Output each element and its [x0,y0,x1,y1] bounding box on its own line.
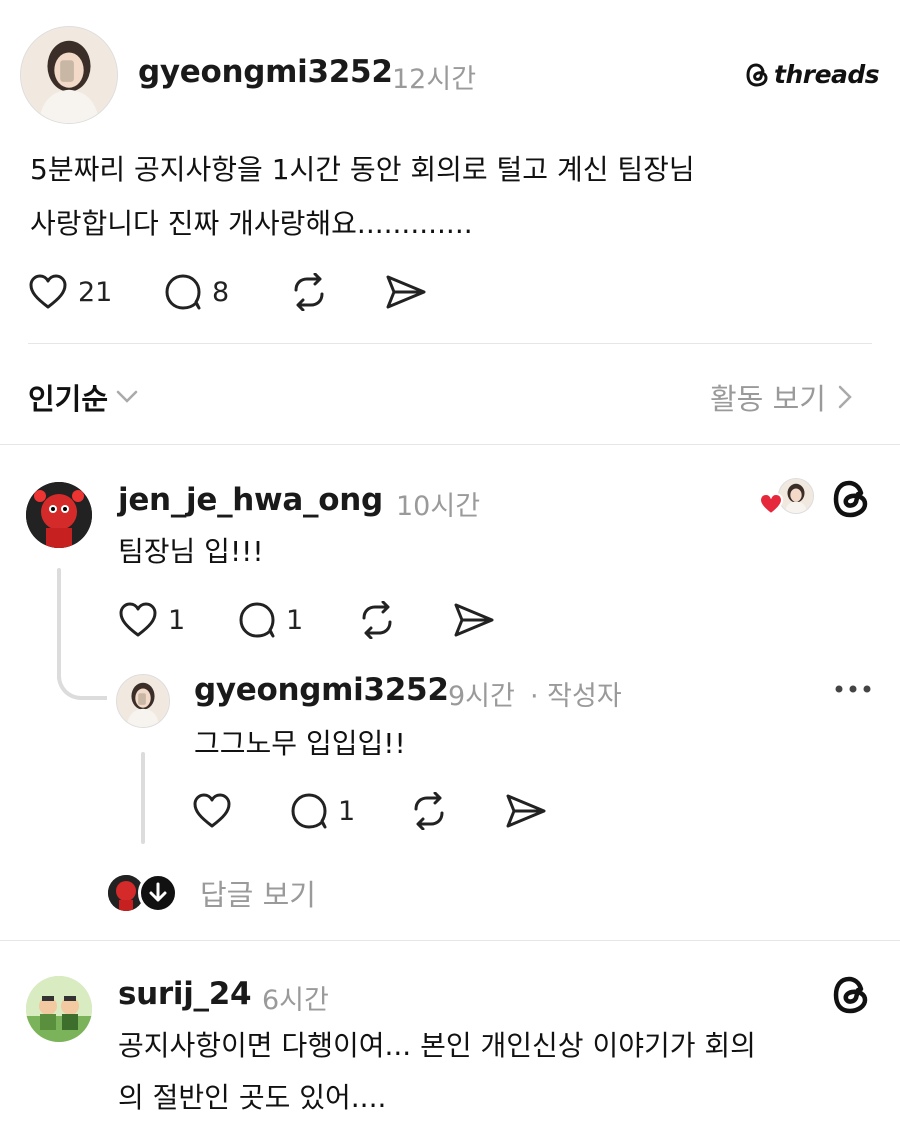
heart-icon [118,601,158,639]
reply1-sub-time: 9시간 [448,681,515,712]
author-tag: · 작성자 [530,681,622,712]
reply1-like-button[interactable]: 1 [118,601,185,639]
activity-label: 활동 보기 [710,382,826,416]
reply-divider [0,940,900,941]
reply2-avatar[interactable] [26,976,92,1042]
reply1-comment-button[interactable]: 1 [238,601,303,639]
reply1-sub-text: 그그노무 입입입!! [194,727,406,760]
post-divider [28,343,872,344]
sort-label: 인기순 [28,382,109,416]
sort-dropdown[interactable]: 인기순 [28,376,138,418]
repost-icon[interactable] [289,273,329,311]
section-divider [0,444,900,445]
comment-icon [238,601,278,639]
post-like-count: 21 [78,276,113,308]
threads-brand-icon [746,62,770,88]
post-comment-count: 8 [212,276,230,308]
reply1-sub-comment-button[interactable]: 1 [290,792,355,830]
reply2-threads-icon[interactable] [832,974,872,1016]
chevron-right-icon [838,385,852,409]
comment-icon [290,792,330,830]
reply1-text: 팀장님 입!!! [118,535,264,568]
threads-logo[interactable]: threads [746,60,880,89]
reply2-text-line2: 의 절반인 곳도 있어.... [118,1081,387,1114]
liked-by-author-indicator [758,478,818,518]
more-options-icon[interactable] [834,684,872,694]
reply1-username[interactable]: jen_je_hwa_ong [118,482,383,518]
comment-icon [164,273,204,311]
post-avatar[interactable] [20,26,118,124]
replier-avatars [108,873,178,913]
reply2-text-line1: 공지사항이면 다행이여... 본인 개인신상 이야기가 회의 [118,1029,756,1062]
reply1-sub-avatar[interactable] [116,674,170,728]
reply1-like-count: 1 [168,604,186,636]
reply1-sub-like-button[interactable] [192,792,232,830]
chevron-down-icon [116,390,138,404]
reply1-threads-icon[interactable] [832,478,872,520]
share-icon[interactable] [453,601,495,639]
liked-heart-icon [758,492,784,516]
share-icon[interactable] [385,273,427,311]
view-replies-label: 답글 보기 [200,878,316,912]
heart-icon [28,273,68,311]
repost-icon[interactable] [409,792,449,830]
arrow-down-icon [138,873,178,913]
repost-icon[interactable] [357,601,397,639]
reply1-sub-username[interactable]: gyeongmi3252 [194,672,449,708]
threads-brand-text: threads [774,60,880,89]
reply2-username[interactable]: surij_24 [118,976,252,1012]
view-replies-button[interactable]: 답글 보기 [108,872,316,914]
activity-link[interactable]: 활동 보기 [710,376,852,418]
post-like-button[interactable]: 21 [28,273,112,311]
reply1-time: 10시간 [396,491,481,522]
post-text-line1: 5분짜리 공지사항을 1시간 동안 회의로 털고 계신 팀장님 [30,153,695,186]
post-comment-button[interactable]: 8 [164,273,229,311]
reply1-sub-comment-count: 1 [338,795,356,827]
reply1-sub-thread-line [141,752,145,844]
reply1-avatar[interactable] [26,482,92,548]
post-text-line2: 사랑합니다 진짜 개사랑해요............. [30,207,473,240]
reply1-comment-count: 1 [286,604,304,636]
share-icon[interactable] [505,792,547,830]
post-time: 12시간 [392,64,477,95]
reply1-thread-curve [57,660,107,700]
reply2-time: 6시간 [262,985,329,1016]
post-username[interactable]: gyeongmi3252 [138,54,393,90]
